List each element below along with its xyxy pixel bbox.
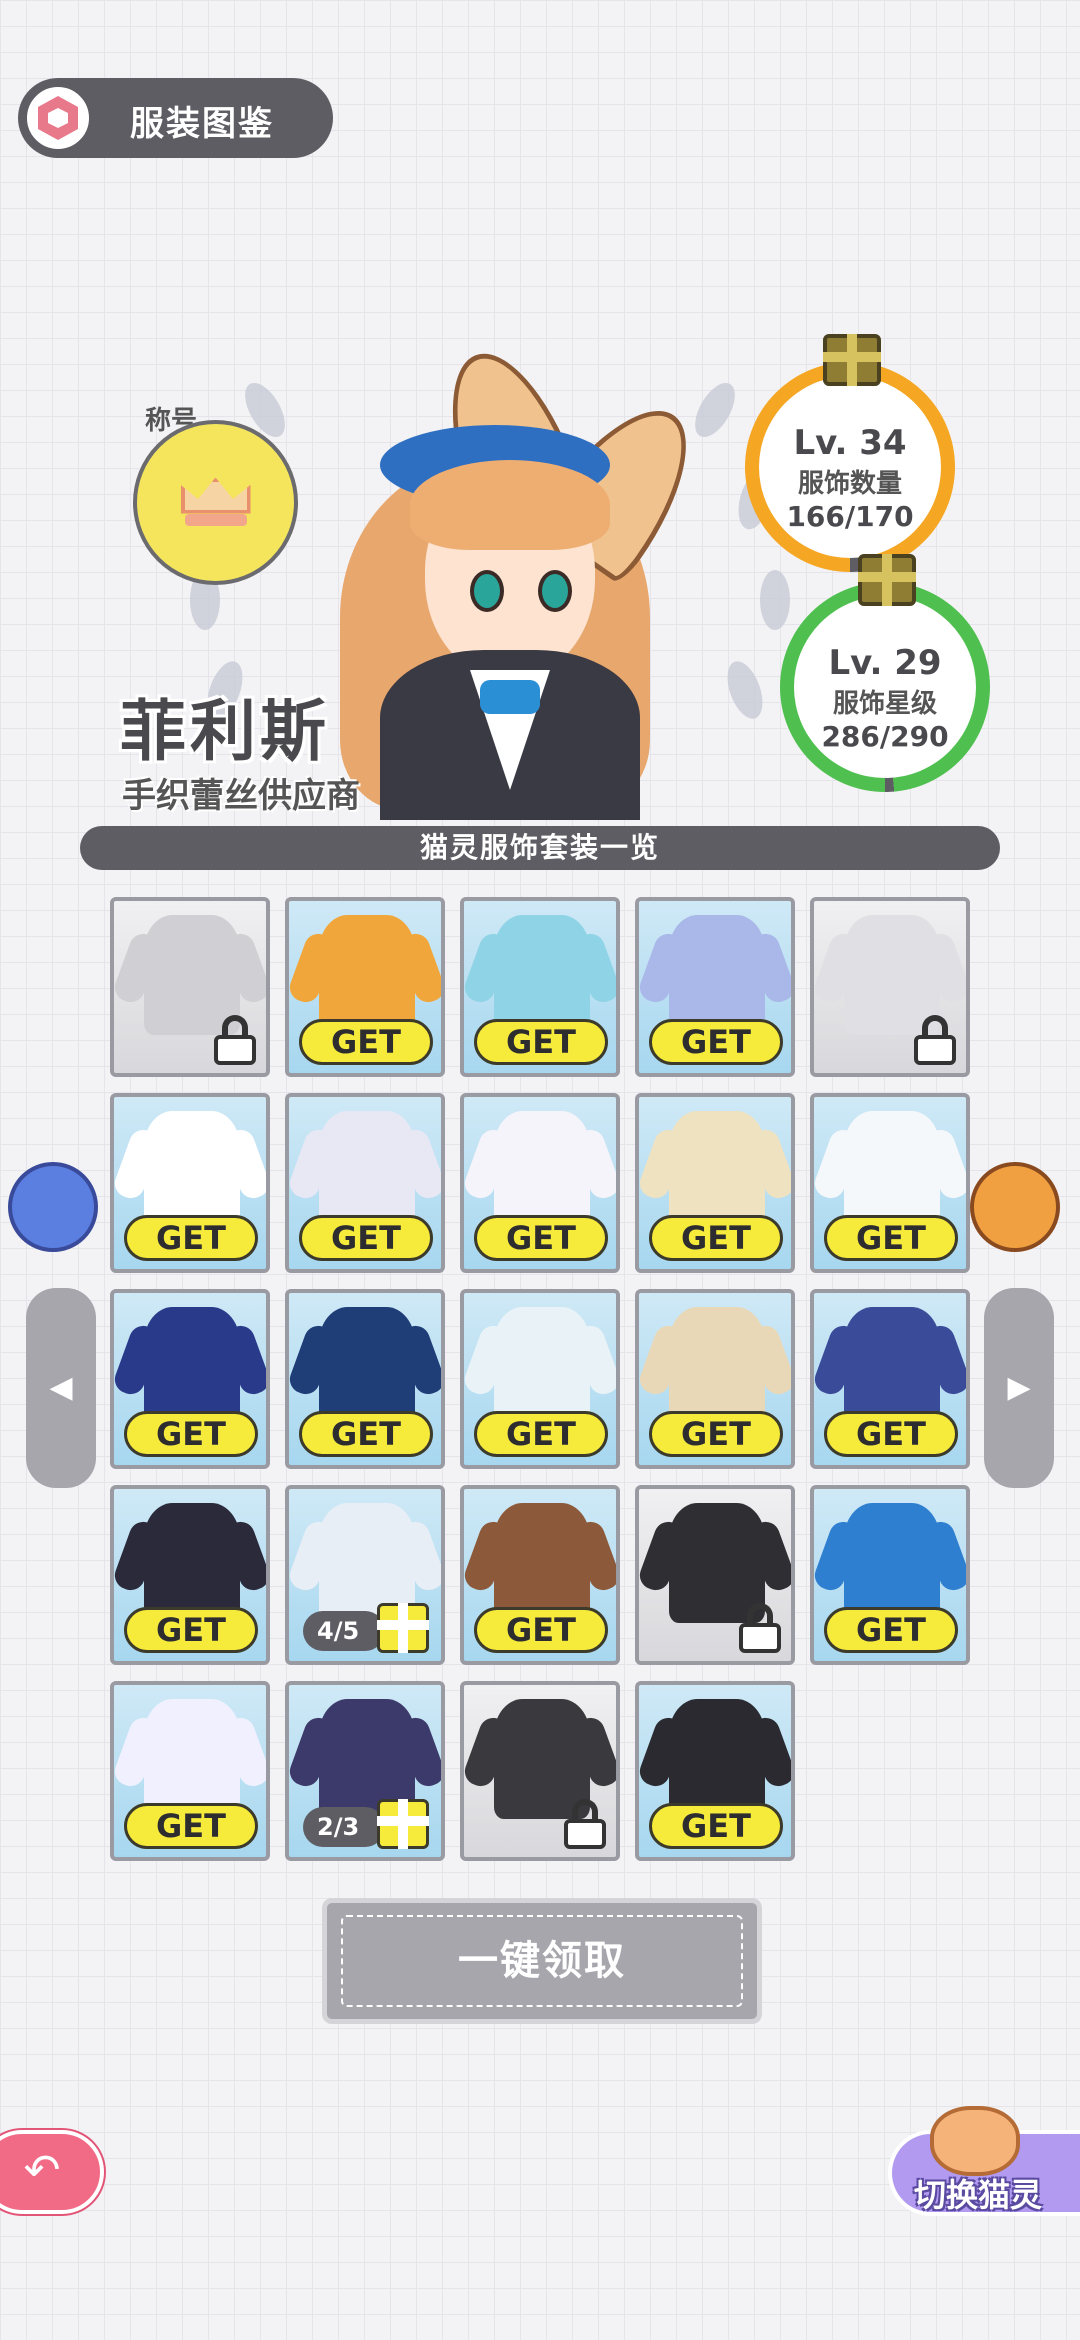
outfit-image [144, 1503, 240, 1623]
get-button[interactable]: GET [474, 1215, 608, 1261]
outfit-cell[interactable]: 2/3 [285, 1681, 445, 1861]
next-cat-avatar [970, 1162, 1060, 1252]
gift-icon [823, 334, 881, 386]
get-button[interactable]: GET [824, 1411, 958, 1457]
get-button[interactable]: GET [474, 1019, 608, 1065]
get-button[interactable]: GET [824, 1607, 958, 1653]
get-button[interactable]: GET [649, 1019, 783, 1065]
outfit-cell[interactable]: GET [635, 1681, 795, 1861]
get-button[interactable]: GET [299, 1215, 433, 1261]
lock-icon [912, 1015, 958, 1065]
outfit-cell[interactable]: GET [460, 1093, 620, 1273]
outfit-image [319, 1307, 415, 1427]
outfit-cell[interactable]: GET [285, 1289, 445, 1469]
set-progress-badge: 4/5 [303, 1611, 385, 1651]
outfit-image [844, 1503, 940, 1623]
get-button[interactable]: GET [124, 1411, 258, 1457]
set-progress-badge: 2/3 [303, 1807, 385, 1847]
outfit-image [494, 1307, 590, 1427]
outfit-cell[interactable]: GET [460, 1485, 620, 1665]
outfit-cell[interactable] [635, 1485, 795, 1665]
outfit-image [494, 1503, 590, 1623]
outfit-image [669, 1307, 765, 1427]
outfit-cell[interactable]: GET [285, 1093, 445, 1273]
lock-icon [737, 1603, 783, 1653]
outfit-cell[interactable]: GET [110, 1093, 270, 1273]
gift-icon [858, 554, 916, 606]
stat-level: Lv. 29 [828, 643, 942, 683]
get-button[interactable]: GET [124, 1215, 258, 1261]
outfit-cell[interactable]: 4/5 [285, 1485, 445, 1665]
outfit-cell[interactable] [810, 897, 970, 1077]
lock-icon [212, 1015, 258, 1065]
next-page-button[interactable]: ▶ [984, 1288, 1054, 1488]
stat-label: 服饰星级 [832, 689, 937, 719]
outfit-cell[interactable]: GET [810, 1289, 970, 1469]
right-arrow-icon: ▶ [1007, 1370, 1031, 1405]
stat-level: Lv. 34 [793, 423, 907, 463]
outfit-cell[interactable]: GET [460, 1289, 620, 1469]
outfit-cell[interactable]: GET [810, 1485, 970, 1665]
get-button[interactable]: GET [824, 1215, 958, 1261]
outfit-image [494, 915, 590, 1035]
gift-icon[interactable] [377, 1799, 429, 1849]
outfit-cell[interactable]: GET [110, 1289, 270, 1469]
back-arrow-icon: ↶ [23, 2145, 61, 2196]
outfit-cell[interactable]: GET [635, 897, 795, 1077]
outfit-count-stat: Lv. 34 服饰数量 166/170 [745, 334, 955, 572]
outfit-image [144, 1111, 240, 1231]
switch-cat-label: 切换猫灵 [914, 2176, 1043, 2214]
stat-value: 166/170 [786, 500, 914, 533]
cat-mascot-icon [930, 2106, 1020, 2176]
character-name: 菲利斯 [120, 693, 330, 770]
outfit-cell[interactable]: GET [460, 897, 620, 1077]
stat-label: 服饰数量 [797, 469, 902, 499]
gift-icon[interactable] [377, 1603, 429, 1653]
outfit-image [319, 1111, 415, 1231]
get-button[interactable]: GET [299, 1411, 433, 1457]
get-button[interactable]: GET [474, 1607, 608, 1653]
outfit-star-stat: Lv. 29 服饰星级 286/290 [780, 554, 990, 792]
get-button[interactable]: GET [649, 1803, 783, 1849]
page-title: 服装图鉴 [130, 104, 274, 144]
left-arrow-icon: ◀ [49, 1370, 73, 1405]
character-portrait [300, 336, 719, 820]
outfit-cell[interactable]: GET [635, 1093, 795, 1273]
outfit-cell[interactable]: GET [285, 897, 445, 1077]
prev-cat-avatar [8, 1162, 98, 1252]
get-button[interactable]: GET [299, 1019, 433, 1065]
get-button[interactable]: GET [124, 1803, 258, 1849]
get-button[interactable]: GET [474, 1411, 608, 1457]
title-badge[interactable] [133, 420, 298, 585]
prev-page-button[interactable]: ◀ [26, 1288, 96, 1488]
section-title: 猫灵服饰套装一览 [80, 826, 1000, 870]
outfit-image [844, 1111, 940, 1231]
outfit-image [494, 1111, 590, 1231]
outfit-image [144, 1699, 240, 1819]
outfit-image [144, 1307, 240, 1427]
character-title: 手织蕾丝供应商 [122, 776, 360, 816]
outfit-cell[interactable]: GET [110, 1681, 270, 1861]
outfit-cell[interactable]: GET [635, 1289, 795, 1469]
outfit-image [319, 915, 415, 1035]
outfit-image [844, 1307, 940, 1427]
back-button[interactable]: ↶ [0, 2130, 104, 2214]
outfit-image [669, 1111, 765, 1231]
outfit-image [669, 915, 765, 1035]
collect-all-button[interactable]: 一键领取 [322, 1898, 762, 2024]
outfit-cell[interactable] [110, 897, 270, 1077]
outfit-cell[interactable] [460, 1681, 620, 1861]
wardrobe-icon [22, 82, 94, 154]
outfit-image [669, 1699, 765, 1819]
lock-icon [562, 1799, 608, 1849]
header-bar: 服装图鉴 [18, 78, 333, 158]
get-button[interactable]: GET [124, 1607, 258, 1653]
outfit-cell[interactable]: GET [810, 1093, 970, 1273]
get-button[interactable]: GET [649, 1215, 783, 1261]
outfit-cell[interactable]: GET [110, 1485, 270, 1665]
crown-icon [180, 477, 251, 528]
stat-value: 286/290 [821, 720, 949, 753]
get-button[interactable]: GET [649, 1411, 783, 1457]
